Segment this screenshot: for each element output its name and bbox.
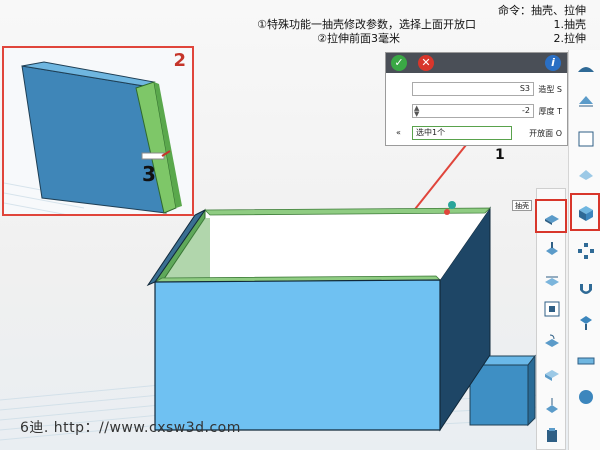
inset-callout-number: 3 <box>142 162 156 186</box>
thickness-spinner-icon[interactable]: ▲ ▼ <box>414 105 419 118</box>
instruction-step-2: 2.拉伸 <box>553 32 587 45</box>
thickness-field[interactable]: -2 <box>412 104 534 118</box>
sketch-tool-icon[interactable] <box>575 90 597 112</box>
magnet-tool-icon[interactable] <box>575 278 597 300</box>
render-tool-icon[interactable] <box>575 386 597 408</box>
hole-tool-icon[interactable] <box>542 299 562 319</box>
instruction-note-2: ②拉伸前面3毫米 <box>317 32 400 45</box>
selection-marker <box>448 201 456 209</box>
shell-property-panel: ✓ ✕ i S3 造型 S -2 ▲ ▼ 厚度 T « 选中1个 开放面 O <box>385 52 568 146</box>
draft-tool-icon[interactable] <box>542 395 562 415</box>
watermark-text: 6迪. http：//www.cxsw3d.com <box>20 420 241 436</box>
transform-tool-icon[interactable] <box>575 240 597 262</box>
extrude-tool-icon[interactable] <box>542 239 562 259</box>
paint-tool-icon[interactable] <box>575 312 597 334</box>
shell-tool-icon[interactable] <box>542 207 562 227</box>
instruction-command: 命令：抽壳、拉伸 <box>498 4 586 17</box>
open-face-row: « 选中1个 开放面 O <box>390 125 564 141</box>
fillet-tool-icon[interactable] <box>542 331 562 351</box>
inset-part-view <box>4 61 182 214</box>
surface-tool-icon[interactable] <box>575 162 597 184</box>
chevron-down-icon[interactable]: « <box>396 128 401 137</box>
pattern-tool-icon[interactable] <box>542 425 562 445</box>
chamfer-tool-icon[interactable] <box>542 363 562 383</box>
face-offset-tool-icon[interactable] <box>542 269 562 289</box>
main-toolbar <box>568 50 600 450</box>
confirm-button[interactable]: ✓ <box>391 55 407 71</box>
solid-feature-icon[interactable] <box>575 202 597 224</box>
feature-toolbar <box>535 188 567 450</box>
shape-field[interactable]: S3 <box>412 82 534 96</box>
small-box-front <box>469 364 529 426</box>
instruction-note-1: ①特殊功能一抽壳修改参数，选择上面开放口 <box>257 18 476 31</box>
open-face-label: 开放面 O <box>529 129 562 138</box>
tool-tooltip: 抽壳 <box>512 200 532 211</box>
thickness-label: 厚度 T <box>538 107 562 116</box>
panel-header: ✓ ✕ i <box>386 53 567 73</box>
inset-number-label: 2 <box>173 50 186 71</box>
box-front-face <box>154 279 441 431</box>
check-icon: ✓ <box>394 56 404 69</box>
close-icon: ✕ <box>421 56 431 69</box>
inset-detail-panel: 2 3 <box>2 46 194 216</box>
measure-tool-icon[interactable] <box>575 350 597 372</box>
home-tool-icon[interactable] <box>575 58 597 80</box>
thickness-row: -2 ▲ ▼ 厚度 T <box>390 103 564 119</box>
instruction-step-1: 1.抽壳 <box>553 18 587 31</box>
cancel-button[interactable]: ✕ <box>418 55 434 71</box>
info-icon: i <box>551 56 555 69</box>
info-button[interactable]: i <box>545 55 561 71</box>
shape-label: 造型 S <box>538 85 562 94</box>
plane-tool-icon[interactable] <box>575 128 597 150</box>
panel-callout-number: 1 <box>495 147 505 163</box>
open-face-field[interactable]: 选中1个 <box>412 126 512 140</box>
shape-row: S3 造型 S <box>390 81 564 97</box>
